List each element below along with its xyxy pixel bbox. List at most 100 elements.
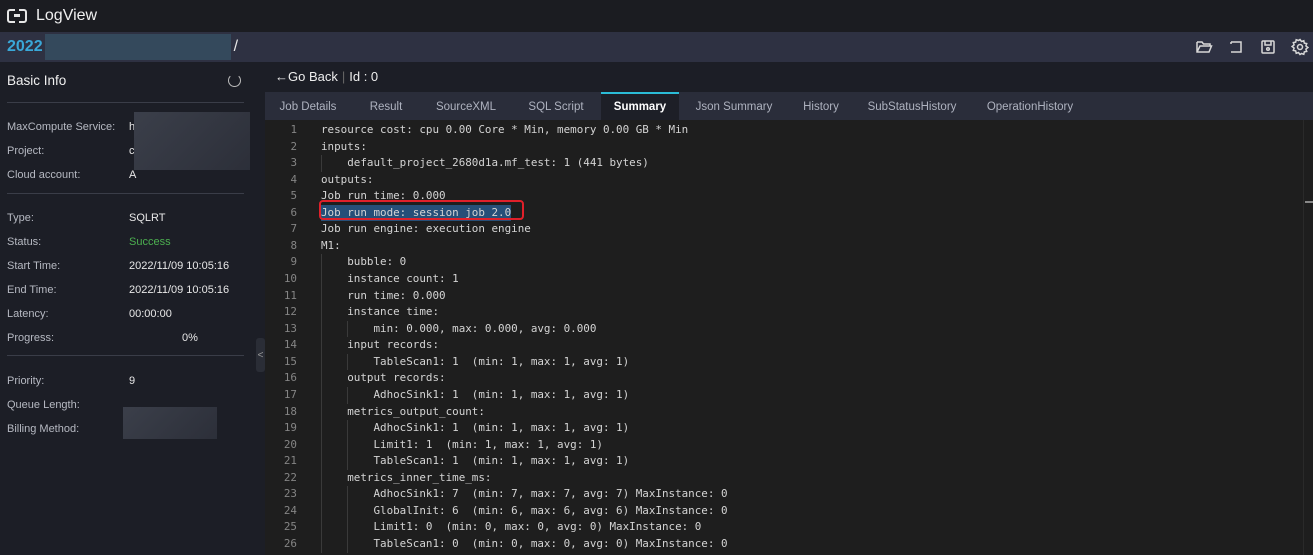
divider <box>7 193 244 194</box>
info-value: 0% <box>182 332 198 344</box>
line-number: 14 <box>283 338 297 352</box>
info-row: Start Time: 2022/11/09 10:05:16 <box>7 260 247 276</box>
line-number: 21 <box>283 454 297 468</box>
info-row: Type: SQLRT <box>7 212 247 228</box>
app-header: LogView <box>0 0 1313 32</box>
info-row: Progress: 0% <box>7 332 247 348</box>
line-number: 4 <box>290 172 297 186</box>
line-number: 26 <box>283 537 297 550</box>
logview-bracket-icon <box>7 8 27 24</box>
save-icon[interactable] <box>1259 38 1277 56</box>
info-value: 2022/11/09 10:05:16 <box>129 260 230 272</box>
gear-icon[interactable] <box>1291 38 1309 56</box>
code-text: inputs: <box>321 139 367 153</box>
scrollbar[interactable] <box>1303 120 1313 555</box>
toolbar <box>1195 32 1313 62</box>
code-text: Limit1: 0 (min: 0, max: 0, avg: 0) MaxIn… <box>321 520 702 534</box>
collapse-sidebar-button[interactable]: < <box>256 338 265 372</box>
code-line: 23 AdhocSink1: 7 (min: 7, max: 7, avg: 7… <box>265 486 1295 503</box>
line-number: 19 <box>283 421 297 435</box>
code-line: 4 outputs: <box>265 172 1295 189</box>
go-back-bar: ←Go Back | Id : 0 <box>275 69 379 84</box>
redacted-billing <box>123 407 217 439</box>
path-suffix: / <box>233 38 239 55</box>
code-text: M1: <box>321 238 341 252</box>
refresh-icon[interactable] <box>228 74 241 87</box>
code-text: TableScan1: 1 (min: 1, max: 1, avg: 1) <box>321 354 630 368</box>
line-number: 9 <box>290 255 297 269</box>
line-number: 12 <box>283 305 297 319</box>
code-text: min: 0.000, max: 0.000, avg: 0.000 <box>321 321 597 335</box>
line-number: 13 <box>283 321 297 335</box>
go-back-link[interactable]: ←Go Back <box>275 69 338 84</box>
code-text: run time: 0.000 <box>321 288 446 302</box>
path-prefix: 2022 <box>7 38 43 55</box>
path-bar: 2022 / <box>0 32 1313 62</box>
code-text: TableScan1: 0 (min: 0, max: 0, avg: 0) M… <box>321 537 728 550</box>
tab-result[interactable]: Result <box>351 92 421 120</box>
code-line: 15 TableScan1: 1 (min: 1, max: 1, avg: 1… <box>265 354 1295 371</box>
app-title: LogView <box>36 7 98 24</box>
line-number: 17 <box>283 387 297 401</box>
code-line: 24 GlobalInit: 6 (min: 6, max: 6, avg: 6… <box>265 503 1295 520</box>
redacted-path <box>44 34 231 60</box>
main-panel: ←Go Back | Id : 0 Job Details Result SourceX… <box>265 62 1313 555</box>
info-label: Cloud account: <box>7 169 81 181</box>
code-line: 17 AdhocSink1: 1 (min: 1, max: 1, avg: 1… <box>265 387 1295 404</box>
code-line: 22 metrics_inner_time_ms: <box>265 470 1295 487</box>
line-number: 18 <box>283 404 297 418</box>
info-label: Status: <box>7 236 42 248</box>
panel-title: Basic Info <box>7 73 67 88</box>
info-value: SQLRT <box>129 212 166 224</box>
code-line: 19 AdhocSink1: 1 (min: 1, max: 1, avg: 1… <box>265 420 1295 437</box>
tab-summary[interactable]: Summary <box>601 92 679 120</box>
tab-bar: Job Details Result SourceXML SQL Script Summ… <box>265 92 1313 120</box>
info-label: Priority: <box>7 375 45 387</box>
info-row: Latency: 00:00:00 <box>7 308 247 324</box>
info-label: Latency: <box>7 308 49 320</box>
code-line: 7 Job run engine: execution engine <box>265 221 1295 238</box>
code-line: 9 bubble: 0 <box>265 254 1295 271</box>
line-number: 16 <box>283 371 297 385</box>
tab-job-details[interactable]: Job Details <box>265 92 351 120</box>
basic-info-panel: Basic Info MaxCompute Service: h Project: c… <box>0 62 255 555</box>
tab-sourcexml[interactable]: SourceXML <box>421 92 511 120</box>
tab-substatushistory[interactable]: SubStatusHistory <box>853 92 971 120</box>
line-number: 15 <box>283 354 297 368</box>
divider <box>7 355 244 356</box>
line-number: 3 <box>290 156 297 170</box>
line-number: 22 <box>283 470 297 484</box>
code-line: 10 instance count: 1 <box>265 271 1295 288</box>
code-line: 8 M1: <box>265 238 1295 255</box>
line-number: 5 <box>290 189 297 203</box>
tab-history[interactable]: History <box>789 92 853 120</box>
info-row: Cloud account: A <box>7 169 247 185</box>
code-text: Limit1: 1 (min: 1, max: 1, avg: 1) <box>321 437 603 451</box>
return-icon[interactable] <box>1227 38 1245 56</box>
tab-operationhistory[interactable]: OperationHistory <box>971 92 1089 120</box>
code-line: 1 resource cost: cpu 0.00 Core * Min, mem… <box>265 122 1295 139</box>
job-id: Id : 0 <box>349 69 379 84</box>
code-line: 11 run time: 0.000 <box>265 288 1295 305</box>
tab-sql-script[interactable]: SQL Script <box>511 92 601 120</box>
info-label: Type: <box>7 212 34 224</box>
info-value: 00:00:00 <box>129 308 172 320</box>
line-number: 24 <box>283 503 297 517</box>
folder-open-icon[interactable] <box>1195 38 1213 56</box>
line-number: 11 <box>283 288 297 302</box>
code-line: 2 inputs: <box>265 139 1295 156</box>
code-line: 3 default_project_2680d1a.mf_test: 1 (44… <box>265 155 1295 172</box>
highlight-box <box>319 200 524 220</box>
code-line: 13 min: 0.000, max: 0.000, avg: 0.000 <box>265 321 1295 338</box>
code-line: 20 Limit1: 1 (min: 1, max: 1, avg: 1) <box>265 437 1295 454</box>
tab-json-summary[interactable]: Json Summary <box>679 92 789 120</box>
info-row: End Time: 2022/11/09 10:05:16 <box>7 284 247 300</box>
info-row: Status: Success <box>7 236 247 252</box>
line-number: 25 <box>283 520 297 534</box>
code-text: input records: <box>321 338 440 352</box>
summary-code-view[interactable]: 1 resource cost: cpu 0.00 Core * Min, mem… <box>265 120 1313 555</box>
code-text: output records: <box>321 371 446 385</box>
code-line: 12 instance time: <box>265 304 1295 321</box>
code-text: AdhocSink1: 7 (min: 7, max: 7, avg: 7) M… <box>321 487 728 501</box>
line-number: 8 <box>290 238 297 252</box>
